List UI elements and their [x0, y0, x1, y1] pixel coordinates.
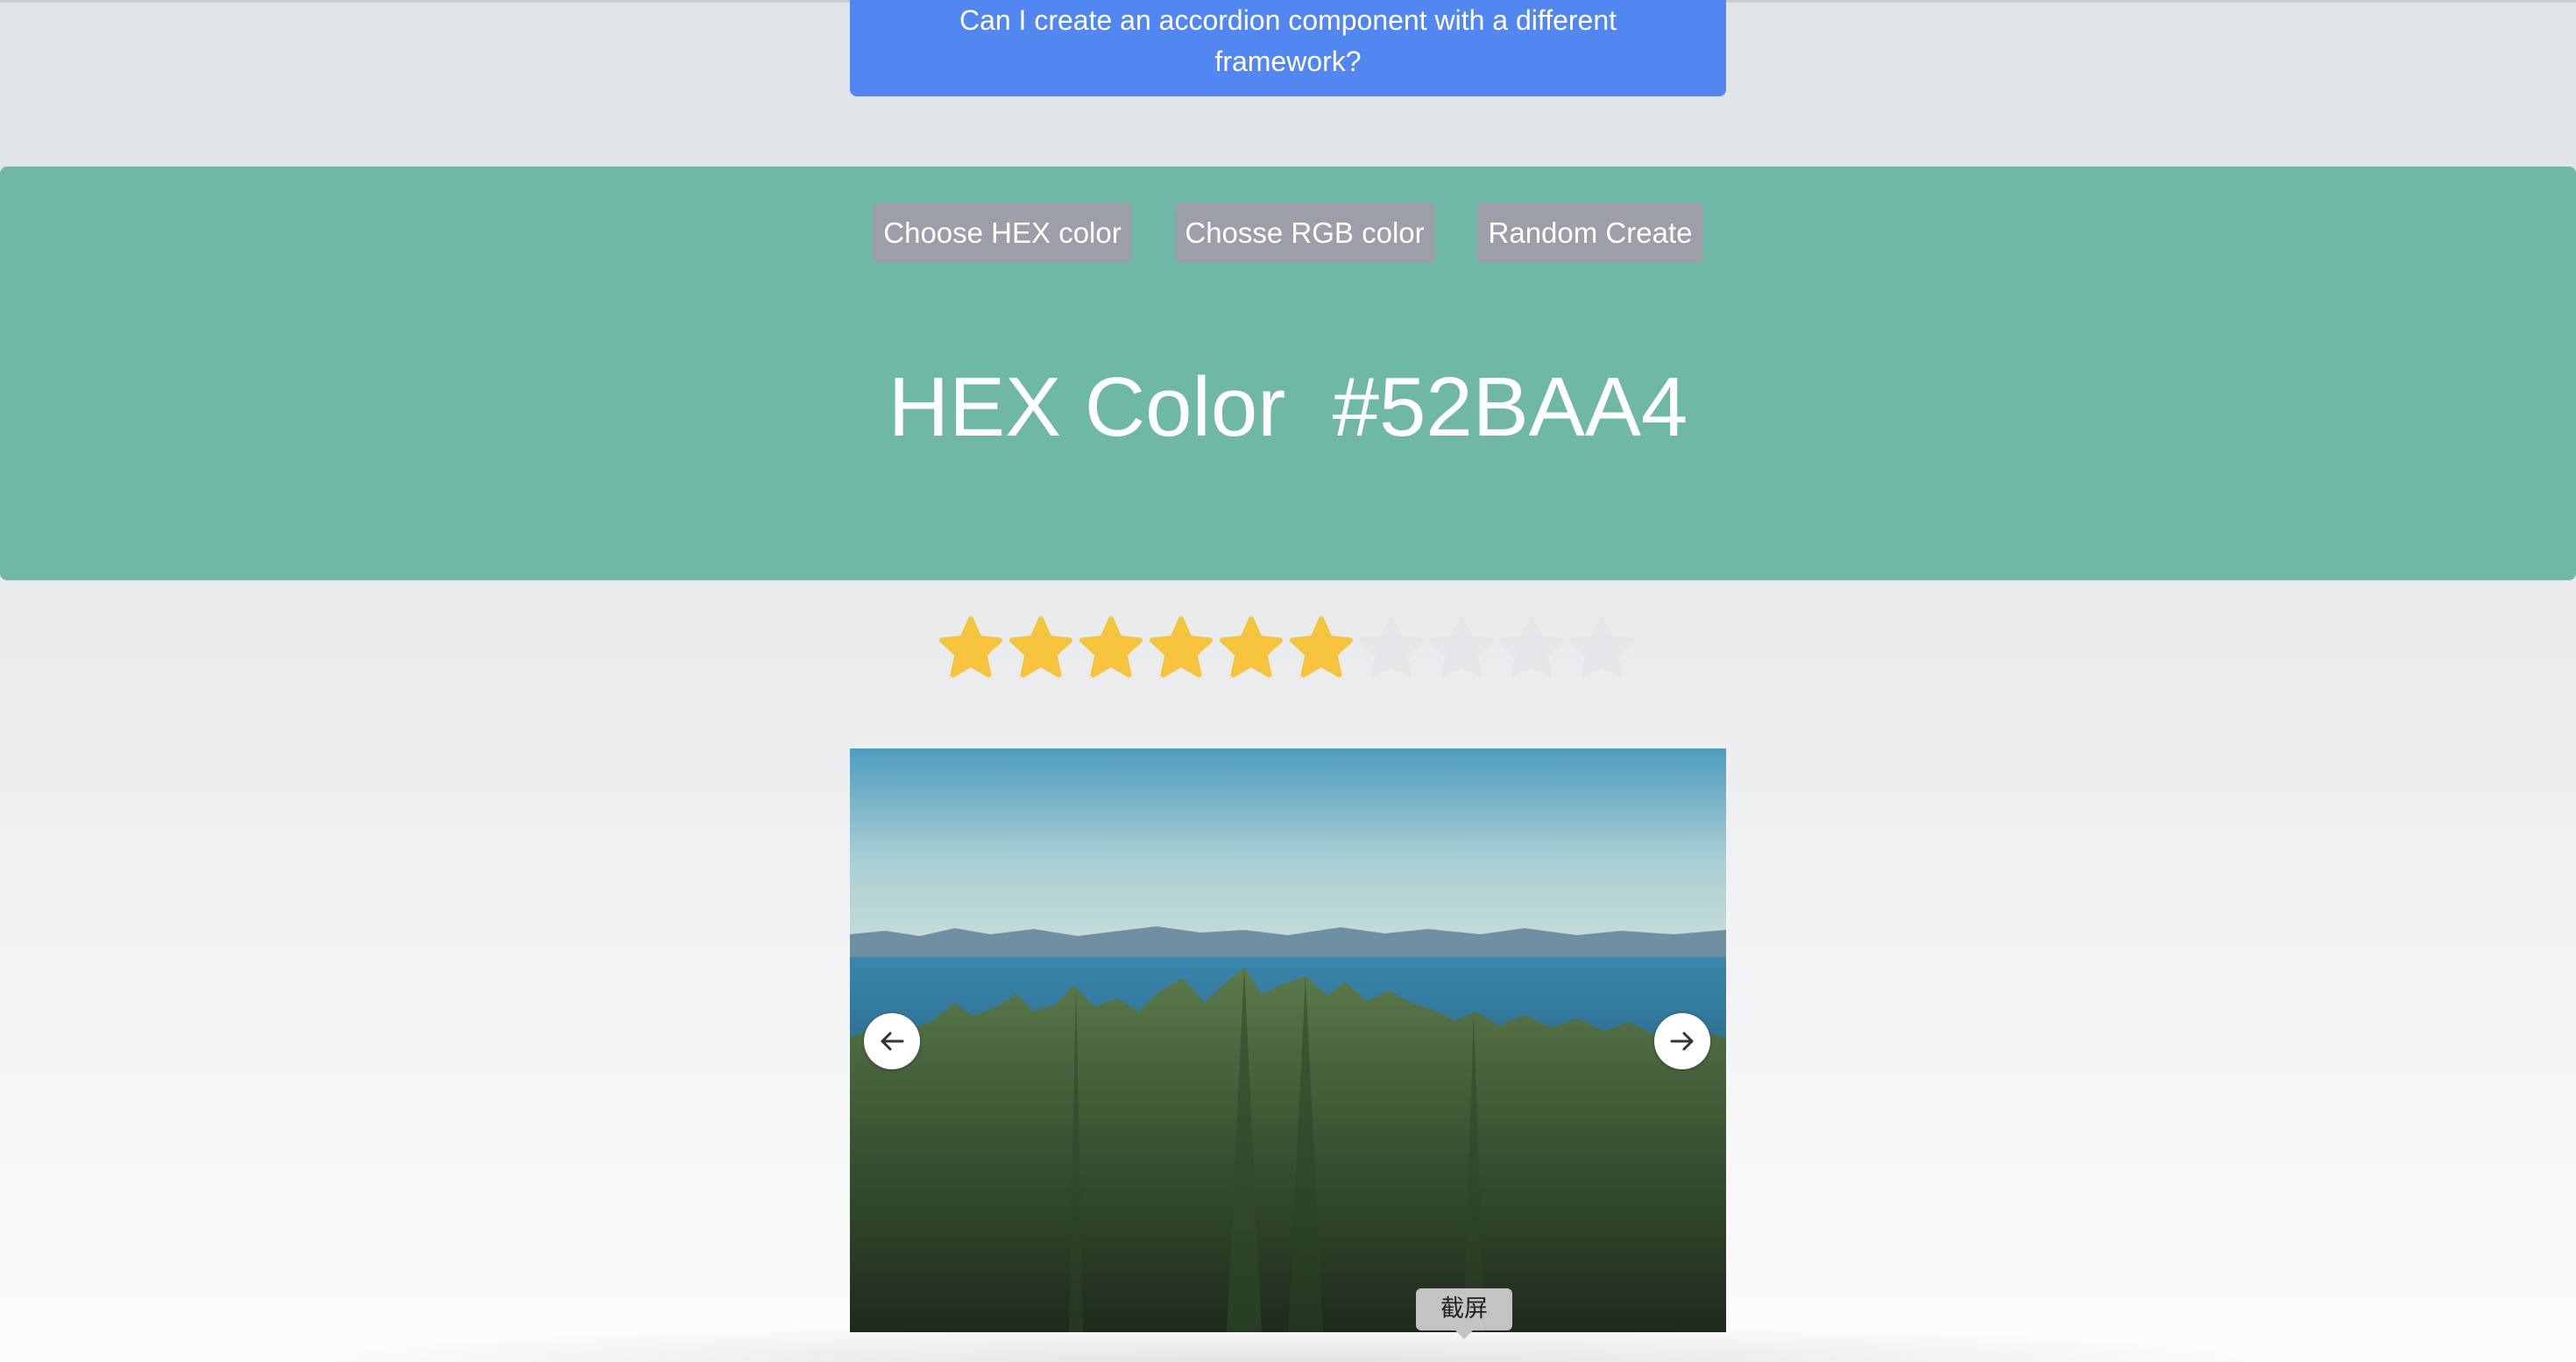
choose-rgb-color-button[interactable]: Chosse RGB color: [1175, 203, 1434, 263]
star-rating[interactable]: [936, 614, 1637, 689]
carousel-next-button[interactable]: [1654, 1013, 1710, 1069]
landscape-image: [850, 748, 1726, 1332]
star-filled-icon[interactable]: [1146, 614, 1216, 689]
star-filled-icon[interactable]: [1006, 614, 1076, 689]
hex-color-title: HEX Color #52BAA4: [888, 360, 1688, 454]
image-carousel: [850, 748, 1726, 1332]
star-filled-icon[interactable]: [936, 614, 1006, 689]
carousel-prev-button[interactable]: [864, 1013, 920, 1069]
star-empty-icon[interactable]: [1426, 614, 1497, 689]
star-empty-icon[interactable]: [1356, 614, 1426, 689]
star-empty-icon[interactable]: [1497, 614, 1567, 689]
star-filled-icon[interactable]: [1216, 614, 1286, 689]
random-create-button[interactable]: Random Create: [1477, 203, 1703, 263]
arrow-right-icon: [1670, 1032, 1694, 1051]
accordion-question-line2: framework?: [1214, 46, 1362, 77]
accordion-question[interactable]: Can I create an accordion component with…: [850, 0, 1726, 96]
arrow-left-icon: [881, 1032, 904, 1051]
choose-hex-color-button[interactable]: Choose HEX color: [873, 203, 1132, 263]
star-filled-icon[interactable]: [1076, 614, 1146, 689]
color-display-panel: Choose HEX color Chosse RGB color Random…: [0, 167, 2576, 580]
accordion-question-line1: Can I create an accordion component with…: [959, 4, 1617, 36]
screenshot-tooltip: 截屏: [1416, 1288, 1512, 1330]
tooltip-arrow: [1455, 1330, 1473, 1339]
star-filled-icon[interactable]: [1286, 614, 1356, 689]
star-empty-icon[interactable]: [1567, 614, 1637, 689]
